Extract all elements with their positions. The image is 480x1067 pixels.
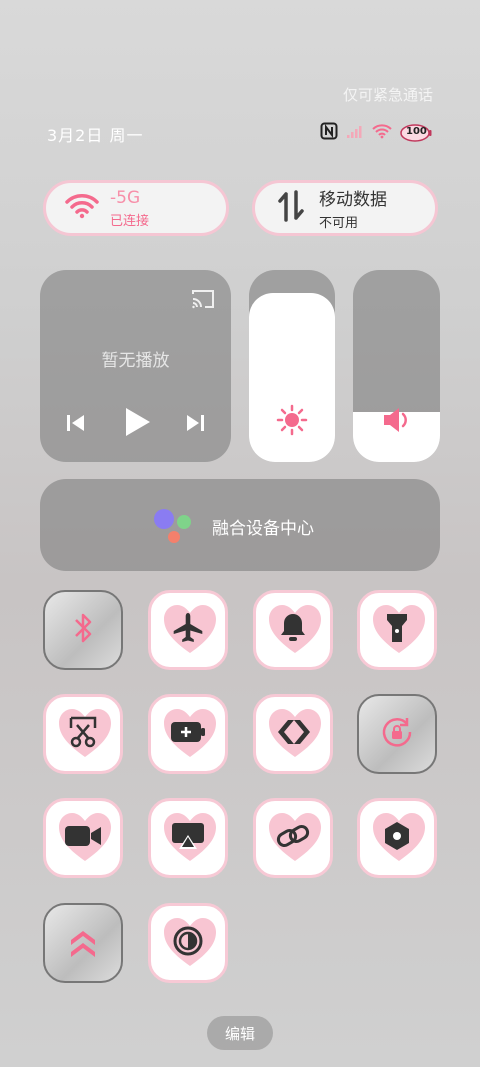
link-toggle[interactable] [253, 798, 333, 878]
speaker-icon [381, 406, 413, 438]
cast-screen-icon [171, 821, 205, 855]
wifi-icon [372, 123, 392, 143]
mobile-data-label: 移动数据 [319, 190, 387, 210]
dual-arrow-icon [276, 717, 310, 751]
performance-toggle[interactable] [43, 903, 123, 983]
data-transfer-icon [269, 190, 313, 226]
rotation-lock-icon [380, 715, 414, 753]
contrast-icon [172, 925, 204, 961]
wifi-toggle[interactable]: -5G 已连接 [43, 180, 229, 236]
battery-level-text: 100 [406, 126, 427, 137]
brightness-slider[interactable] [249, 270, 335, 462]
media-title: 暂无播放 [101, 351, 170, 371]
wifi-name: -5G [110, 187, 141, 208]
device-center-icon [150, 507, 196, 551]
rotation-lock-toggle[interactable] [357, 694, 437, 774]
screenshot-toggle[interactable] [43, 694, 123, 774]
next-track-button[interactable] [184, 412, 206, 438]
volume-slider[interactable] [353, 270, 440, 462]
signal-icon [346, 124, 364, 143]
play-button[interactable] [122, 406, 152, 442]
flashlight-icon [384, 611, 410, 649]
nfc-icon [320, 122, 338, 144]
previous-track-button[interactable] [65, 412, 87, 438]
screen-record-toggle[interactable] [43, 798, 123, 878]
device-center-card[interactable]: 融合设备中心 [40, 479, 440, 571]
link-icon [276, 821, 310, 855]
hexagon-icon [382, 820, 412, 856]
airplane-mode-toggle[interactable] [148, 590, 228, 670]
video-camera-icon [64, 824, 102, 852]
scissors-icon [68, 715, 98, 753]
brightness-icon [276, 404, 308, 440]
dark-mode-toggle[interactable] [148, 903, 228, 983]
cast-icon[interactable] [190, 288, 216, 314]
double-chevron-up-icon [68, 924, 98, 962]
ring-toggle[interactable] [253, 590, 333, 670]
screen-cast-toggle[interactable] [148, 798, 228, 878]
device-center-label: 融合设备中心 [212, 519, 314, 539]
dual-link-toggle[interactable] [253, 694, 333, 774]
media-player-card: 暂无播放 [40, 270, 231, 462]
bluetooth-icon [68, 611, 98, 649]
airplane-icon [171, 611, 205, 649]
emergency-calls-text: 仅可紧急通话 [342, 86, 433, 104]
bluetooth-toggle[interactable] [43, 590, 123, 670]
wifi-icon [60, 193, 104, 223]
wifi-status: 已连接 [110, 213, 150, 229]
battery-icon: 100 [400, 124, 432, 142]
bell-icon [278, 611, 308, 649]
mobile-data-status: 不可用 [319, 216, 359, 231]
date-text: 3月2日 周一 [47, 126, 144, 145]
flashlight-toggle[interactable] [357, 590, 437, 670]
hotspot-toggle[interactable] [357, 798, 437, 878]
mobile-data-toggle[interactable]: 移动数据 不可用 [252, 180, 438, 236]
status-icons: 100 [320, 122, 432, 144]
edit-button[interactable]: 编辑 [207, 1016, 273, 1050]
battery-plus-icon [170, 720, 206, 748]
battery-saver-toggle[interactable] [148, 694, 228, 774]
